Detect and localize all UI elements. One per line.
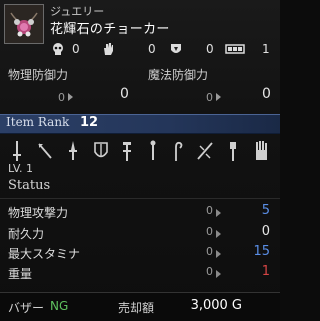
weapon-type-icons xyxy=(0,138,280,164)
status-row: 重量 0 1 xyxy=(0,264,280,282)
status-from: 0 xyxy=(206,204,213,217)
status-label: 物理攻撃力 xyxy=(8,206,69,220)
status-row: 耐久力 0 0 xyxy=(0,224,280,242)
counter-emblem xyxy=(168,40,184,58)
counter-gauge-value: 1 xyxy=(262,42,270,56)
shield-icon xyxy=(92,138,110,164)
divider xyxy=(0,198,280,199)
status-from: 0 xyxy=(206,245,213,258)
bar-gauge-icon xyxy=(224,41,246,57)
bazaar-label: バザー xyxy=(8,301,45,315)
status-label: 重量 xyxy=(8,267,33,281)
status-to: 15 xyxy=(253,244,270,259)
status-to: 1 xyxy=(261,264,270,279)
staff-icon xyxy=(118,138,136,164)
counter-skull xyxy=(50,40,66,58)
arrow-right-icon xyxy=(216,92,221,101)
bazaar-value: NG xyxy=(50,299,69,313)
magic-defense-label: 魔法防御力 xyxy=(148,68,209,82)
counter-hand xyxy=(100,40,116,58)
status-row: 物理攻撃力 0 5 xyxy=(0,203,280,221)
status-row: 最大スタミナ 0 15 xyxy=(0,244,280,262)
counter-emblem-value: 0 xyxy=(206,42,214,56)
item-category: ジュエリー xyxy=(50,5,105,18)
sell-price-value: 3,000 G xyxy=(190,298,242,313)
magic-defense-to: 0 xyxy=(262,86,271,102)
hand-icon xyxy=(100,41,116,57)
sword-icon xyxy=(8,138,26,164)
counter-row: 0 0 0 1 xyxy=(50,40,276,58)
physical-defense-from: 0 xyxy=(58,91,65,104)
status-label: 耐久力 xyxy=(8,227,45,241)
physical-defense-label: 物理防御力 xyxy=(8,68,69,82)
item-rank-value: 12 xyxy=(80,115,99,130)
status-to: 0 xyxy=(261,224,270,239)
dagger-icon xyxy=(64,138,82,164)
arrow-right-icon xyxy=(216,230,221,238)
item-rank-label: Item Rank xyxy=(6,115,70,129)
arrow-right-icon xyxy=(216,270,221,278)
status-from: 0 xyxy=(206,265,213,278)
skull-icon xyxy=(50,41,66,57)
status-to: 5 xyxy=(261,203,270,218)
item-rank-bar: Item Rank 12 xyxy=(0,114,280,134)
status-from: 0 xyxy=(206,225,213,238)
arrow-icon xyxy=(36,138,54,164)
status-label: 最大スタミナ xyxy=(8,247,81,261)
arrow-right-icon xyxy=(216,250,221,258)
physical-defense-to: 0 xyxy=(120,86,129,102)
crook-icon xyxy=(168,138,186,164)
sell-price-label: 売却額 xyxy=(118,301,155,315)
shield-emblem-icon xyxy=(168,41,184,57)
arrow-right-icon xyxy=(216,209,221,217)
gauntlet-icon xyxy=(252,138,270,164)
magic-defense-from: 0 xyxy=(206,91,213,104)
status-title: Status xyxy=(8,178,51,193)
item-level: LV. 1 xyxy=(8,162,34,175)
counter-gauge xyxy=(224,40,246,58)
item-name: 花輝石のチョーカー xyxy=(50,22,170,37)
mace-icon xyxy=(224,138,242,164)
arrow-right-icon xyxy=(68,92,73,101)
wand-icon xyxy=(144,138,162,164)
slash-icon xyxy=(196,138,214,164)
choker-icon xyxy=(4,4,44,44)
footer-bar: バザー NG 売却額 3,000 G xyxy=(0,292,280,321)
counter-hand-value: 0 xyxy=(148,42,156,56)
counter-skull-value: 0 xyxy=(72,42,80,56)
item-tooltip-panel: ジュエリー 花輝石のチョーカー 0 0 0 1 物理防御力 魔法防御力 0 0 … xyxy=(0,0,280,321)
